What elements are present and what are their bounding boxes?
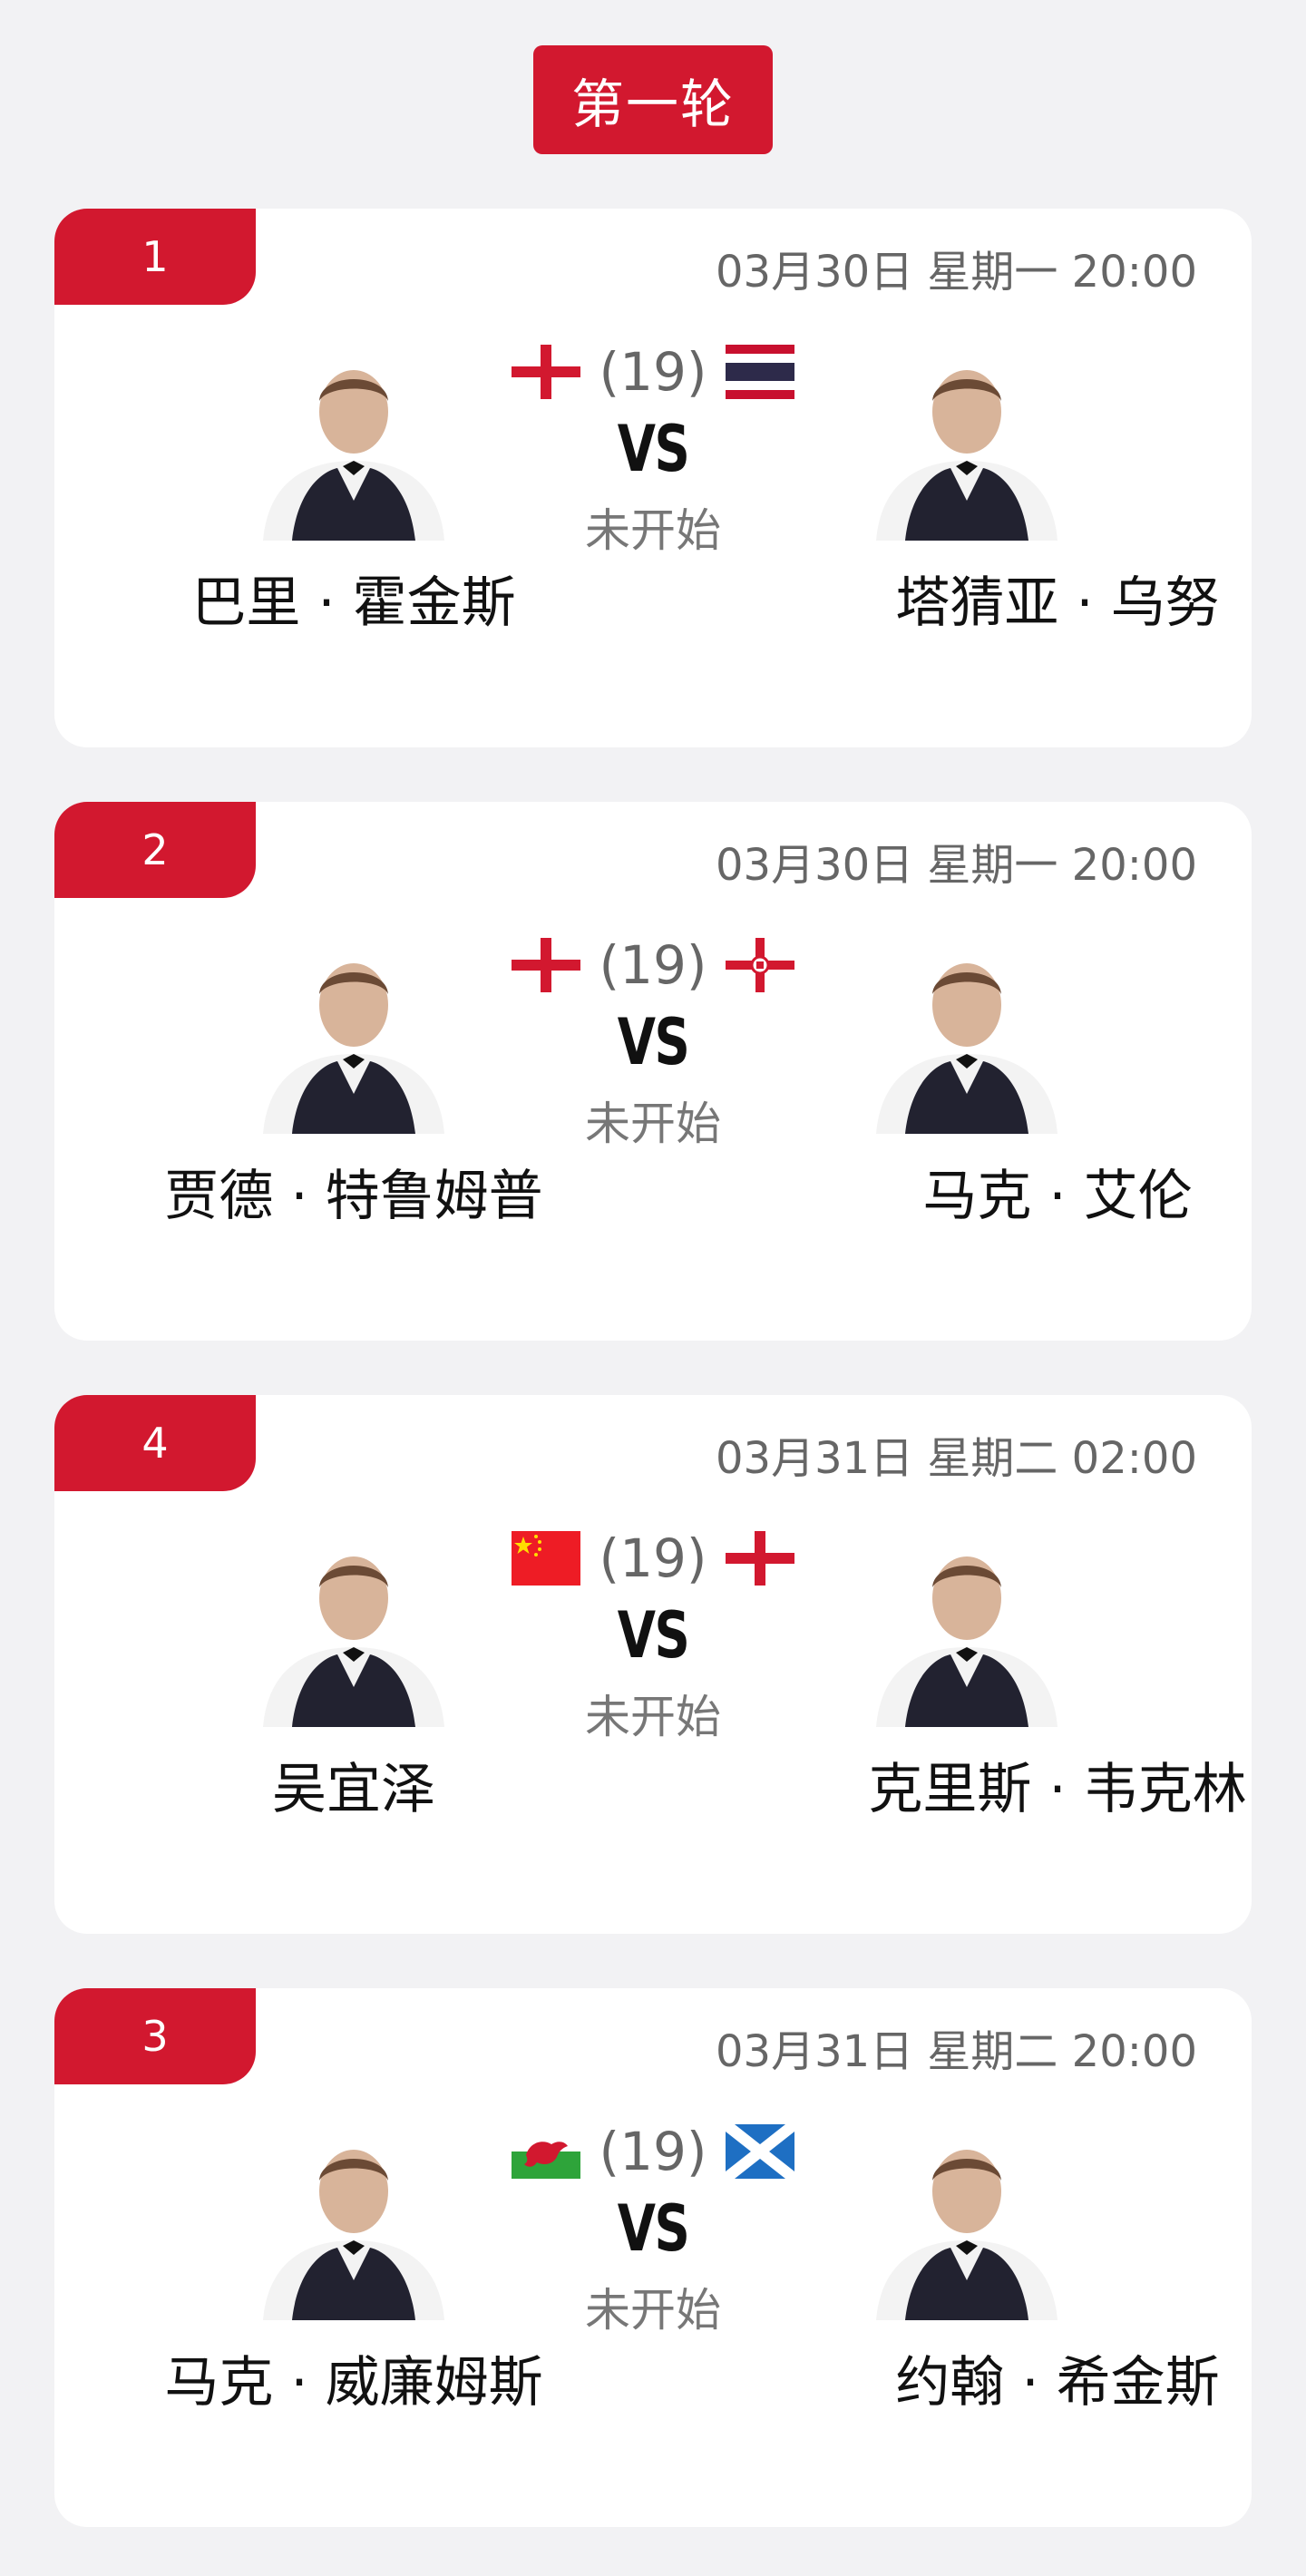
match-number-badge: 1 — [54, 209, 256, 305]
match-card[interactable]: 2 03月30日 星期一 20:00 (19) VS 未开始 贾德 · 特鲁姆普… — [54, 802, 1252, 1341]
match-status: 未开始 — [585, 1691, 721, 1743]
player-photo-right[interactable] — [858, 359, 1076, 541]
match-time: 03月31日 星期二 20:00 — [715, 2026, 1197, 2077]
seed-label: (19) — [599, 2121, 707, 2182]
england-flag-icon — [726, 1531, 794, 1586]
player-photo-left[interactable] — [245, 952, 463, 1134]
seed-label: (19) — [599, 341, 707, 403]
match-center-info: (19) VS 未开始 — [490, 341, 816, 562]
match-card[interactable]: 1 03月30日 星期一 20:00 (19) VS 未开始 巴里 · 霍金斯 … — [54, 209, 1252, 747]
match-card[interactable]: 3 03月31日 星期二 20:00 (19) VS 未开始 马克 · 威廉姆斯… — [54, 1988, 1252, 2527]
england-flag-icon — [512, 345, 580, 399]
match-time: 03月31日 星期二 02:00 — [715, 1433, 1197, 1484]
vs-label: VS — [617, 2191, 690, 2266]
player-name-right[interactable]: 约翰 · 希金斯 — [804, 2342, 1252, 2424]
player-name-left[interactable]: 吴宜泽 — [100, 1749, 608, 1830]
player-photo-right[interactable] — [858, 952, 1076, 1134]
match-status: 未开始 — [585, 2284, 721, 2337]
match-center-info: (19) VS 未开始 — [490, 934, 816, 1156]
match-number-badge: 2 — [54, 802, 256, 898]
seed-label: (19) — [599, 1527, 707, 1589]
player-name-left[interactable]: 马克 · 威廉姆斯 — [100, 2342, 608, 2424]
player-name-left[interactable]: 巴里 · 霍金斯 — [100, 562, 608, 644]
player-name-right[interactable]: 塔猜亚 · 乌努 — [804, 562, 1252, 644]
seed-label: (19) — [599, 934, 707, 996]
thailand-flag-icon — [726, 345, 794, 399]
wales-flag-icon — [512, 2124, 580, 2179]
china-flag-icon — [512, 1531, 580, 1586]
match-center-info: (19) VS 未开始 — [490, 2121, 816, 2342]
player-photo-right[interactable] — [858, 1546, 1076, 1727]
player-photo-left[interactable] — [245, 1546, 463, 1727]
player-name-left[interactable]: 贾德 · 特鲁姆普 — [100, 1156, 608, 1237]
match-card[interactable]: 4 03月31日 星期二 02:00 (19) VS 未开始 吴宜泽 克里斯 ·… — [54, 1395, 1252, 1934]
player-name-right[interactable]: 马克 · 艾伦 — [804, 1156, 1252, 1237]
round-title-badge: 第一轮 — [533, 45, 773, 154]
vs-label: VS — [617, 1598, 690, 1673]
match-number-badge: 4 — [54, 1395, 256, 1491]
player-photo-right[interactable] — [858, 2139, 1076, 2320]
vs-label: VS — [617, 412, 690, 486]
northern-ireland-flag-icon — [726, 938, 794, 992]
match-number-badge: 3 — [54, 1988, 256, 2084]
match-time: 03月30日 星期一 20:00 — [715, 247, 1197, 298]
match-status: 未开始 — [585, 504, 721, 557]
vs-label: VS — [617, 1005, 690, 1079]
match-center-info: (19) VS 未开始 — [490, 1527, 816, 1749]
player-photo-left[interactable] — [245, 2139, 463, 2320]
scotland-flag-icon — [726, 2124, 794, 2179]
player-photo-left[interactable] — [245, 359, 463, 541]
player-name-right[interactable]: 克里斯 · 韦克林 — [804, 1749, 1252, 1830]
match-time: 03月30日 星期一 20:00 — [715, 840, 1197, 891]
england-flag-icon — [512, 938, 580, 992]
match-status: 未开始 — [585, 1098, 721, 1150]
